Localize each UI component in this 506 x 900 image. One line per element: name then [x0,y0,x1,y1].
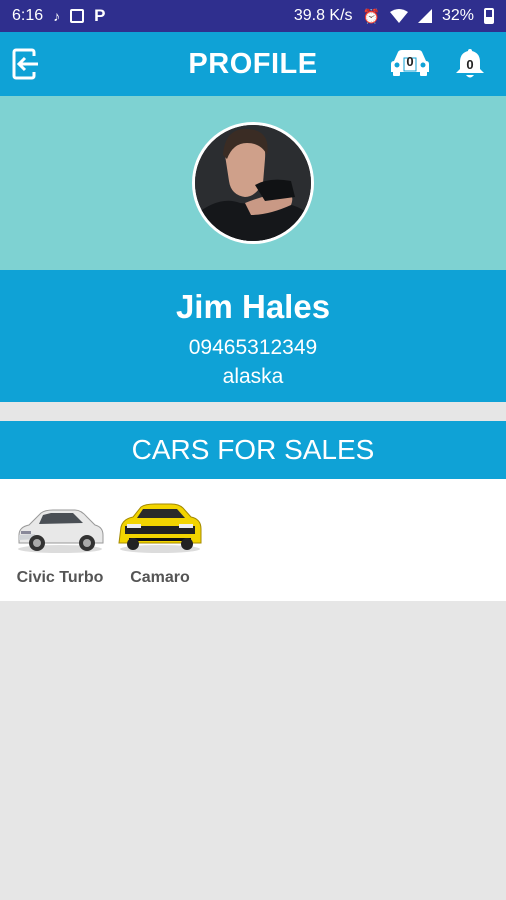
camaro-car-image [118,503,202,553]
status-bar: 6:16 ♪ P 39.8 K/s ⏰ 32% [0,0,506,32]
status-bar-right: 39.8 K/s ⏰ 32% [294,7,494,25]
battery-icon [484,8,494,24]
signal-icon [417,9,432,23]
cars-badge: 0 [406,54,414,69]
profile-info: Jim Hales 09465312349 alaska [0,270,506,402]
logout-icon[interactable] [12,48,40,80]
cars-list: Civic Turbo Camaro [0,479,506,601]
avatar [192,122,314,244]
alarm-icon: ⏰ [362,7,380,24]
car-label: Camaro [130,569,190,586]
notifications-button[interactable]: 0 [453,46,487,80]
wifi-icon [389,9,408,23]
profile-location: alaska [222,365,284,388]
network-speed: 39.8 K/s [293,7,353,24]
car-label: Civic Turbo [16,569,104,586]
civic-car-image [18,509,104,553]
tiktok-icon: ♪ [53,8,61,24]
notifications-badge: 0 [466,57,474,72]
cars-button[interactable]: 0 [390,47,430,77]
page-title: PROFILE [188,47,318,80]
profile-phone: 09465312349 [188,336,318,359]
image-icon [70,9,85,23]
profile-photo [195,125,311,241]
car-item-civic-turbo[interactable]: Civic Turbo [5,479,115,601]
car-item-camaro[interactable]: Camaro [105,479,215,601]
cars-section-title: CARS FOR SALES [0,421,506,479]
profile-name: Jim Hales [175,288,331,325]
app-bar: PROFILE 0 0 [0,32,506,96]
p-app-icon: P [94,6,106,25]
battery-percent: 32% [441,7,474,24]
status-time: 6:16 [12,7,44,24]
status-bar-left: 6:16 ♪ P [12,6,105,26]
